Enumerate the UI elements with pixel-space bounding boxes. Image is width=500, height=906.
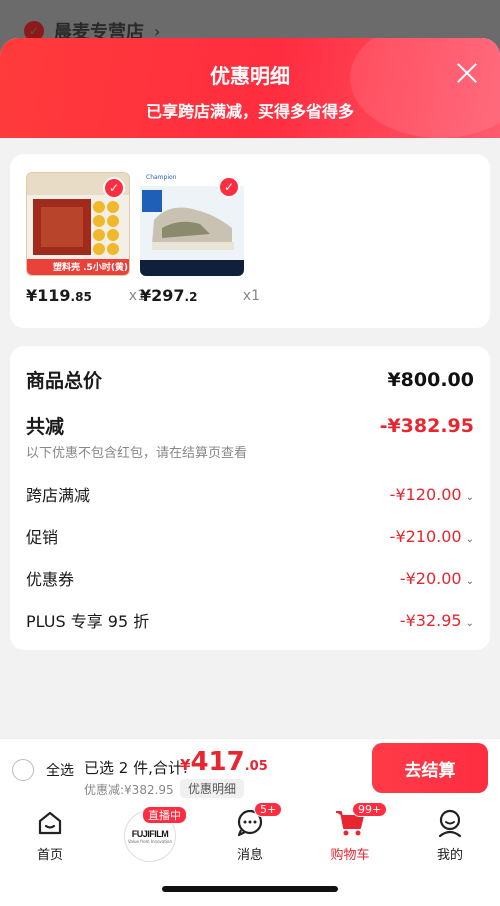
brand-label: Champion [146, 174, 177, 181]
checkout-button[interactable]: 去结算 [372, 743, 488, 793]
discount-row-promotion[interactable]: 促销 -¥210.00 ⌄ [26, 524, 474, 548]
product-price: ¥297.2 [140, 286, 198, 305]
product-tag: 塑料壳 .5小时(黄) [53, 263, 129, 273]
sheet-subtitle: 已享跨店满减，买得多省得多 [145, 102, 354, 121]
discount-row-plus[interactable]: PLUS 专享 95 折 -¥32.95 ⌄ [26, 608, 474, 632]
discount-amount: 优惠减:¥382.95 [84, 783, 174, 797]
home-icon [10, 806, 90, 840]
product-item[interactable]: 塑料壳 .5小时(黄) ✓ ¥119.85 x1 [26, 172, 146, 305]
chevron-down-icon: ⌄ [465, 575, 474, 587]
discount-detail-button[interactable]: 优惠明细 [180, 779, 245, 798]
tab-profile[interactable]: 我的 [410, 806, 490, 863]
sheet-title: 优惠明细 [210, 64, 290, 88]
close-icon[interactable] [454, 60, 480, 86]
user-icon [410, 806, 490, 840]
product-item[interactable]: Champion ✓ ¥297.2 x1 [140, 172, 260, 305]
home-indicator [162, 886, 338, 892]
tab-live[interactable]: 直播中 FUJIFILM Value from Innovation [110, 806, 190, 862]
tea-box-image: 塑料壳 .5小时(黄) ✓ [26, 172, 130, 276]
selected-check-icon: ✓ [218, 176, 240, 198]
message-count-badge: 5+ [254, 802, 283, 817]
reduce-row: 共减 -¥382.95 [26, 412, 474, 439]
product-qty: x1 [242, 288, 260, 304]
selected-products-card: 塑料壳 .5小时(黄) ✓ ¥119.85 x1 Champion ✓ ¥297… [10, 154, 490, 328]
selected-check-icon: ✓ [103, 177, 125, 199]
total-label: 商品总价 [26, 370, 103, 392]
price-summary-card: 商品总价 ¥800.00 共减 -¥382.95 以下优惠不包含红包，请在结算页… [10, 346, 490, 650]
discount-detail-sheet: 优惠明细 已享跨店满减，买得多省得多 塑料壳 .5小时(黄) ✓ ¥119.85… [0, 38, 500, 738]
product-price: ¥119.85 [26, 286, 92, 305]
tab-cart[interactable]: 99+ 购物车 [310, 802, 390, 863]
chevron-down-icon: ⌄ [465, 491, 474, 503]
tab-home[interactable]: 首页 [10, 806, 90, 863]
live-badge: 直播中 [142, 806, 187, 824]
cart-icon: 99+ [310, 802, 390, 840]
cart-count-badge: 99+ [352, 802, 388, 817]
total-sum: ¥417.05 [180, 747, 268, 777]
sneaker-image: Champion ✓ [140, 172, 244, 276]
total-row: 商品总价 ¥800.00 [26, 366, 474, 393]
sheet-header: 优惠明细 已享跨店满减，买得多省得多 [0, 38, 500, 138]
select-all-radio[interactable] [12, 759, 34, 781]
picked-count: 已选 2 件,合计: [84, 759, 188, 777]
checkout-bar: 全选 已选 2 件,合计: ¥417.05 优惠减:¥382.95 优惠明细 去… [0, 738, 500, 800]
discount-row-coupon[interactable]: 优惠券 -¥20.00 ⌄ [26, 566, 474, 590]
chevron-down-icon: ⌄ [465, 617, 474, 629]
discount-note: 以下优惠不包含红包，请在结算页查看 [26, 446, 248, 461]
message-icon: 5+ [210, 802, 290, 840]
total-value: ¥800.00 [387, 368, 474, 391]
reduce-label: 共减 [26, 416, 65, 438]
tab-messages[interactable]: 5+ 消息 [210, 802, 290, 863]
select-all-label[interactable]: 全选 [46, 760, 74, 780]
reduce-value: -¥382.95 [379, 414, 474, 437]
discount-row-cross-store[interactable]: 跨店满减 -¥120.00 ⌄ [26, 482, 474, 506]
chevron-down-icon: ⌄ [465, 533, 474, 545]
